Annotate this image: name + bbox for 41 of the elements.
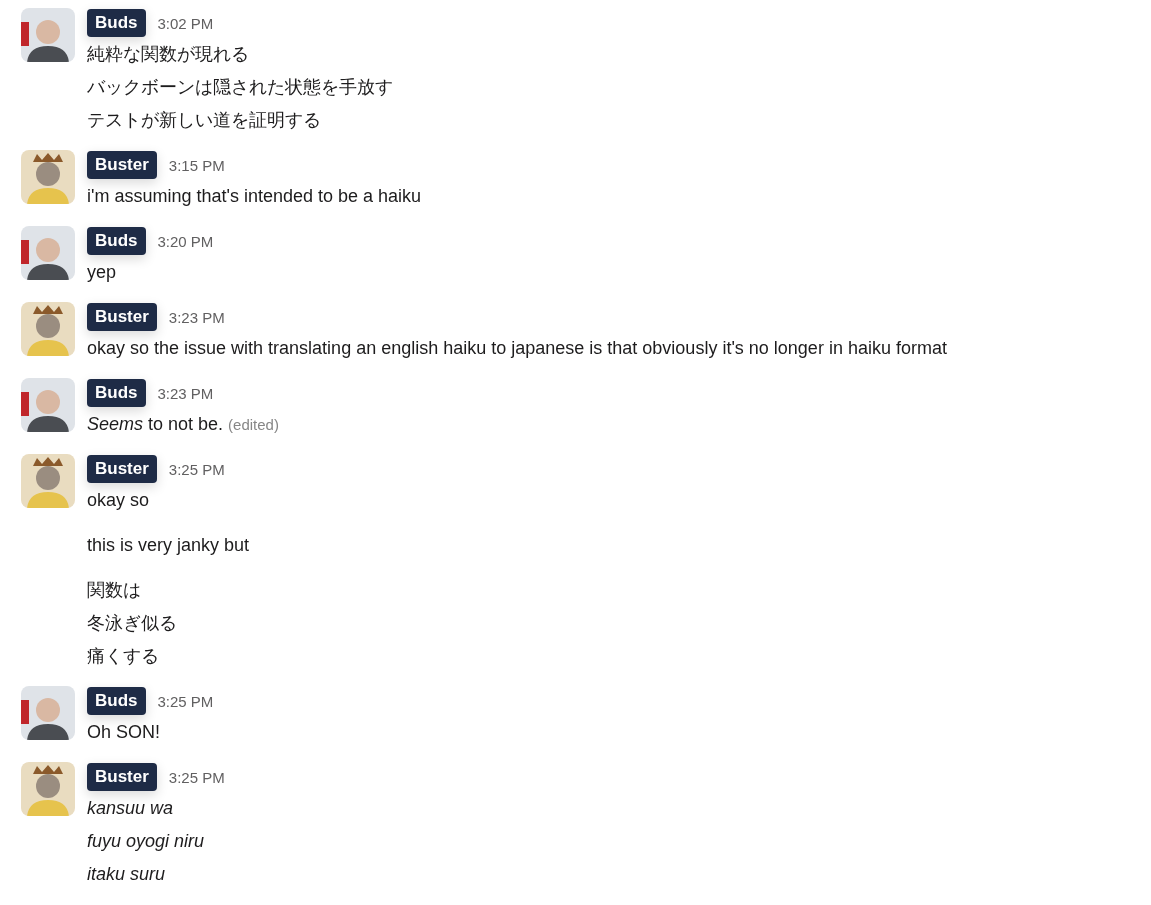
avatar-icon xyxy=(21,150,75,204)
author-name[interactable]: Buds xyxy=(87,9,146,37)
author-name[interactable]: Buster xyxy=(87,303,157,331)
timestamp: 3:15 PM xyxy=(168,156,225,174)
avatar-icon xyxy=(21,378,75,432)
avatar-icon xyxy=(21,686,75,740)
timestamp: 3:23 PM xyxy=(157,384,214,402)
message-text: itaku suru xyxy=(87,863,167,886)
message-text: kansuu wa xyxy=(87,797,175,820)
timestamp: 3:20 PM xyxy=(157,232,214,250)
message-text: 関数は xyxy=(87,579,142,602)
timestamp: 3:25 PM xyxy=(157,692,214,710)
message-text: 純粋な関数が現れる xyxy=(87,43,250,66)
avatar-icon xyxy=(21,226,75,280)
timestamp: 3:23 PM xyxy=(168,308,225,326)
avatar-icon xyxy=(21,302,75,356)
author-name[interactable]: Buster xyxy=(87,455,157,483)
message-text: 冬泳ぎ似る xyxy=(87,612,178,635)
avatar-icon xyxy=(21,762,75,816)
message-text: Seems to not be. xyxy=(87,413,224,436)
message-text: i'm assuming that's intended to be a haiku xyxy=(87,185,422,208)
author-name[interactable]: Buds xyxy=(87,379,146,407)
message-text: yep xyxy=(87,261,118,284)
message-text: Oh SON! xyxy=(87,721,162,744)
message-text: バックボーンは隠された状態を手放す xyxy=(87,76,393,99)
avatar-icon xyxy=(21,8,75,62)
timestamp: 3:25 PM xyxy=(168,460,225,478)
avatar-icon xyxy=(21,454,75,508)
author-name[interactable]: Buster xyxy=(87,763,157,791)
message-text: 痛くする xyxy=(87,645,160,668)
timestamp: 3:02 PM xyxy=(157,14,214,32)
author-name[interactable]: Buds xyxy=(87,687,146,715)
message-text: okay so the issue with translating an english haiku to japanese is that obviously it's no longer in haiku format xyxy=(87,337,947,360)
author-name[interactable]: Buds xyxy=(87,227,146,255)
message-text: fuyu oyogi niru xyxy=(87,830,206,853)
message-text: okay so xyxy=(87,489,151,512)
timestamp: 3:25 PM xyxy=(168,768,225,786)
message-text: this is very janky but xyxy=(87,534,250,557)
author-name[interactable]: Buster xyxy=(87,151,157,179)
edited-label: (edited) xyxy=(228,416,279,433)
message-text: テストが新しい道を証明する xyxy=(87,109,322,132)
